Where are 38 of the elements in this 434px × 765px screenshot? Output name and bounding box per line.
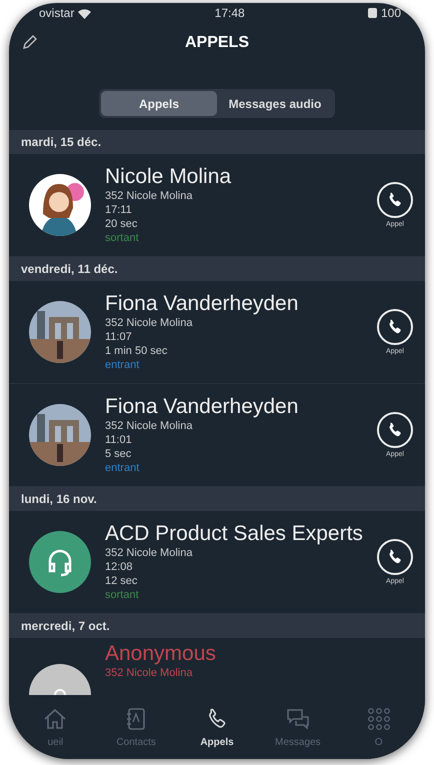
carrier-name: ovistar <box>39 6 74 20</box>
call-duration: 5 sec <box>105 447 132 461</box>
call-time: 12:08 <box>105 560 134 574</box>
contact-name: ACD Product Sales Experts <box>105 522 364 546</box>
call-time: 17:11 <box>105 203 133 217</box>
wifi-icon <box>78 8 92 18</box>
contact-name: Fiona Vanderheyden <box>105 395 300 419</box>
call-duration: 20 sec <box>105 217 138 231</box>
home-icon <box>42 706 68 732</box>
battery-icon <box>368 8 377 18</box>
clock: 17:48 <box>214 6 245 20</box>
contact-name: Fiona Vanderheyden <box>105 292 300 316</box>
date-header: lundi, 16 nov. <box>9 487 425 511</box>
line-name: 352 Nicole Molina <box>105 419 194 433</box>
line-name: 352 Nicole Molina <box>105 316 194 330</box>
call-time: 11:07 <box>105 330 133 344</box>
grid-icon <box>366 706 392 732</box>
edit-icon[interactable] <box>21 33 39 51</box>
call-direction: entrant <box>105 358 140 372</box>
line-name: 352 Nicole Molina <box>105 546 194 560</box>
date-header: vendredi, 11 déc. <box>9 257 425 281</box>
line-name: 352 Nicole Molina <box>105 189 194 203</box>
segment-tab[interactable]: Messages audio <box>217 91 333 116</box>
date-header: mardi, 15 déc. <box>9 130 425 154</box>
call-duration: 1 min 50 sec <box>105 344 168 358</box>
call-direction: sortant <box>105 588 140 602</box>
battery-percent: 100 <box>380 6 401 20</box>
contact-name: Anonymous <box>105 642 217 666</box>
segment-tab[interactable]: Appels <box>101 91 217 116</box>
contact-name: Nicole Molina <box>105 165 232 189</box>
call-duration: 12 sec <box>105 574 138 588</box>
call-direction: sortant <box>105 231 140 245</box>
date-header: mercredi, 7 oct. <box>9 614 425 638</box>
call-time: 11:01 <box>105 433 133 447</box>
screen-title: APPELS <box>184 34 249 52</box>
call-direction: entrant <box>105 461 140 475</box>
line-name: 352 Nicole Molina <box>105 666 194 680</box>
tab-bar-item[interactable]: Appels <box>182 699 252 755</box>
